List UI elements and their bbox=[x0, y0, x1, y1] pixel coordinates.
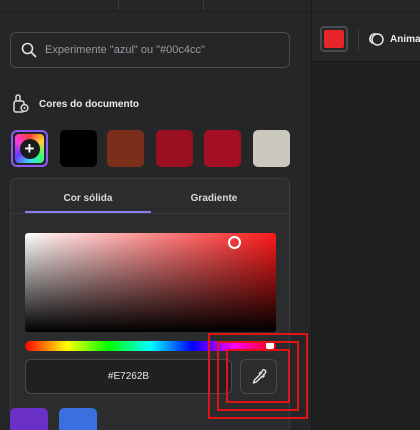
document-color-swatch[interactable] bbox=[107, 130, 144, 167]
tab-divider bbox=[11, 213, 289, 214]
search-icon bbox=[21, 42, 37, 58]
document-colors-header: Cores do documento bbox=[12, 93, 139, 115]
panel-top-strip bbox=[0, 0, 311, 12]
saturation-value-picker[interactable] bbox=[25, 233, 276, 332]
hex-color-input[interactable] bbox=[26, 360, 231, 393]
toolbar-divider bbox=[358, 30, 359, 50]
animate-button[interactable]: Anima bbox=[368, 31, 420, 47]
current-color-fill bbox=[324, 30, 344, 48]
plus-icon: + bbox=[19, 138, 40, 159]
highlight-box bbox=[226, 349, 290, 403]
animate-icon bbox=[369, 32, 384, 46]
rainbow-ring: + bbox=[15, 134, 44, 163]
active-tab-indicator bbox=[25, 211, 151, 213]
tab-solid-color[interactable]: Cor sólida bbox=[25, 182, 151, 214]
document-colors-title: Cores do documento bbox=[39, 98, 140, 110]
tab-gradient[interactable]: Gradiente bbox=[151, 182, 277, 214]
saturation-value-handle[interactable] bbox=[228, 236, 241, 249]
document-color-swatch[interactable] bbox=[60, 130, 97, 167]
color-swatch[interactable] bbox=[59, 408, 97, 430]
document-color-swatch[interactable] bbox=[156, 130, 193, 167]
design-canvas[interactable] bbox=[312, 62, 420, 430]
toolbar-top-strip bbox=[312, 0, 420, 12]
palette-icon bbox=[13, 94, 29, 113]
strip-divider bbox=[118, 0, 119, 10]
color-search-box[interactable] bbox=[10, 32, 290, 68]
add-color-button[interactable]: + bbox=[11, 130, 48, 167]
current-color-button[interactable] bbox=[320, 26, 348, 52]
document-color-swatch[interactable] bbox=[253, 130, 290, 167]
document-color-swatch[interactable] bbox=[204, 130, 241, 167]
animate-label: Anima bbox=[390, 33, 420, 45]
color-swatch[interactable] bbox=[10, 408, 48, 430]
hex-color-field[interactable] bbox=[25, 359, 232, 394]
color-search-input[interactable] bbox=[45, 35, 289, 65]
strip-divider bbox=[203, 0, 204, 10]
